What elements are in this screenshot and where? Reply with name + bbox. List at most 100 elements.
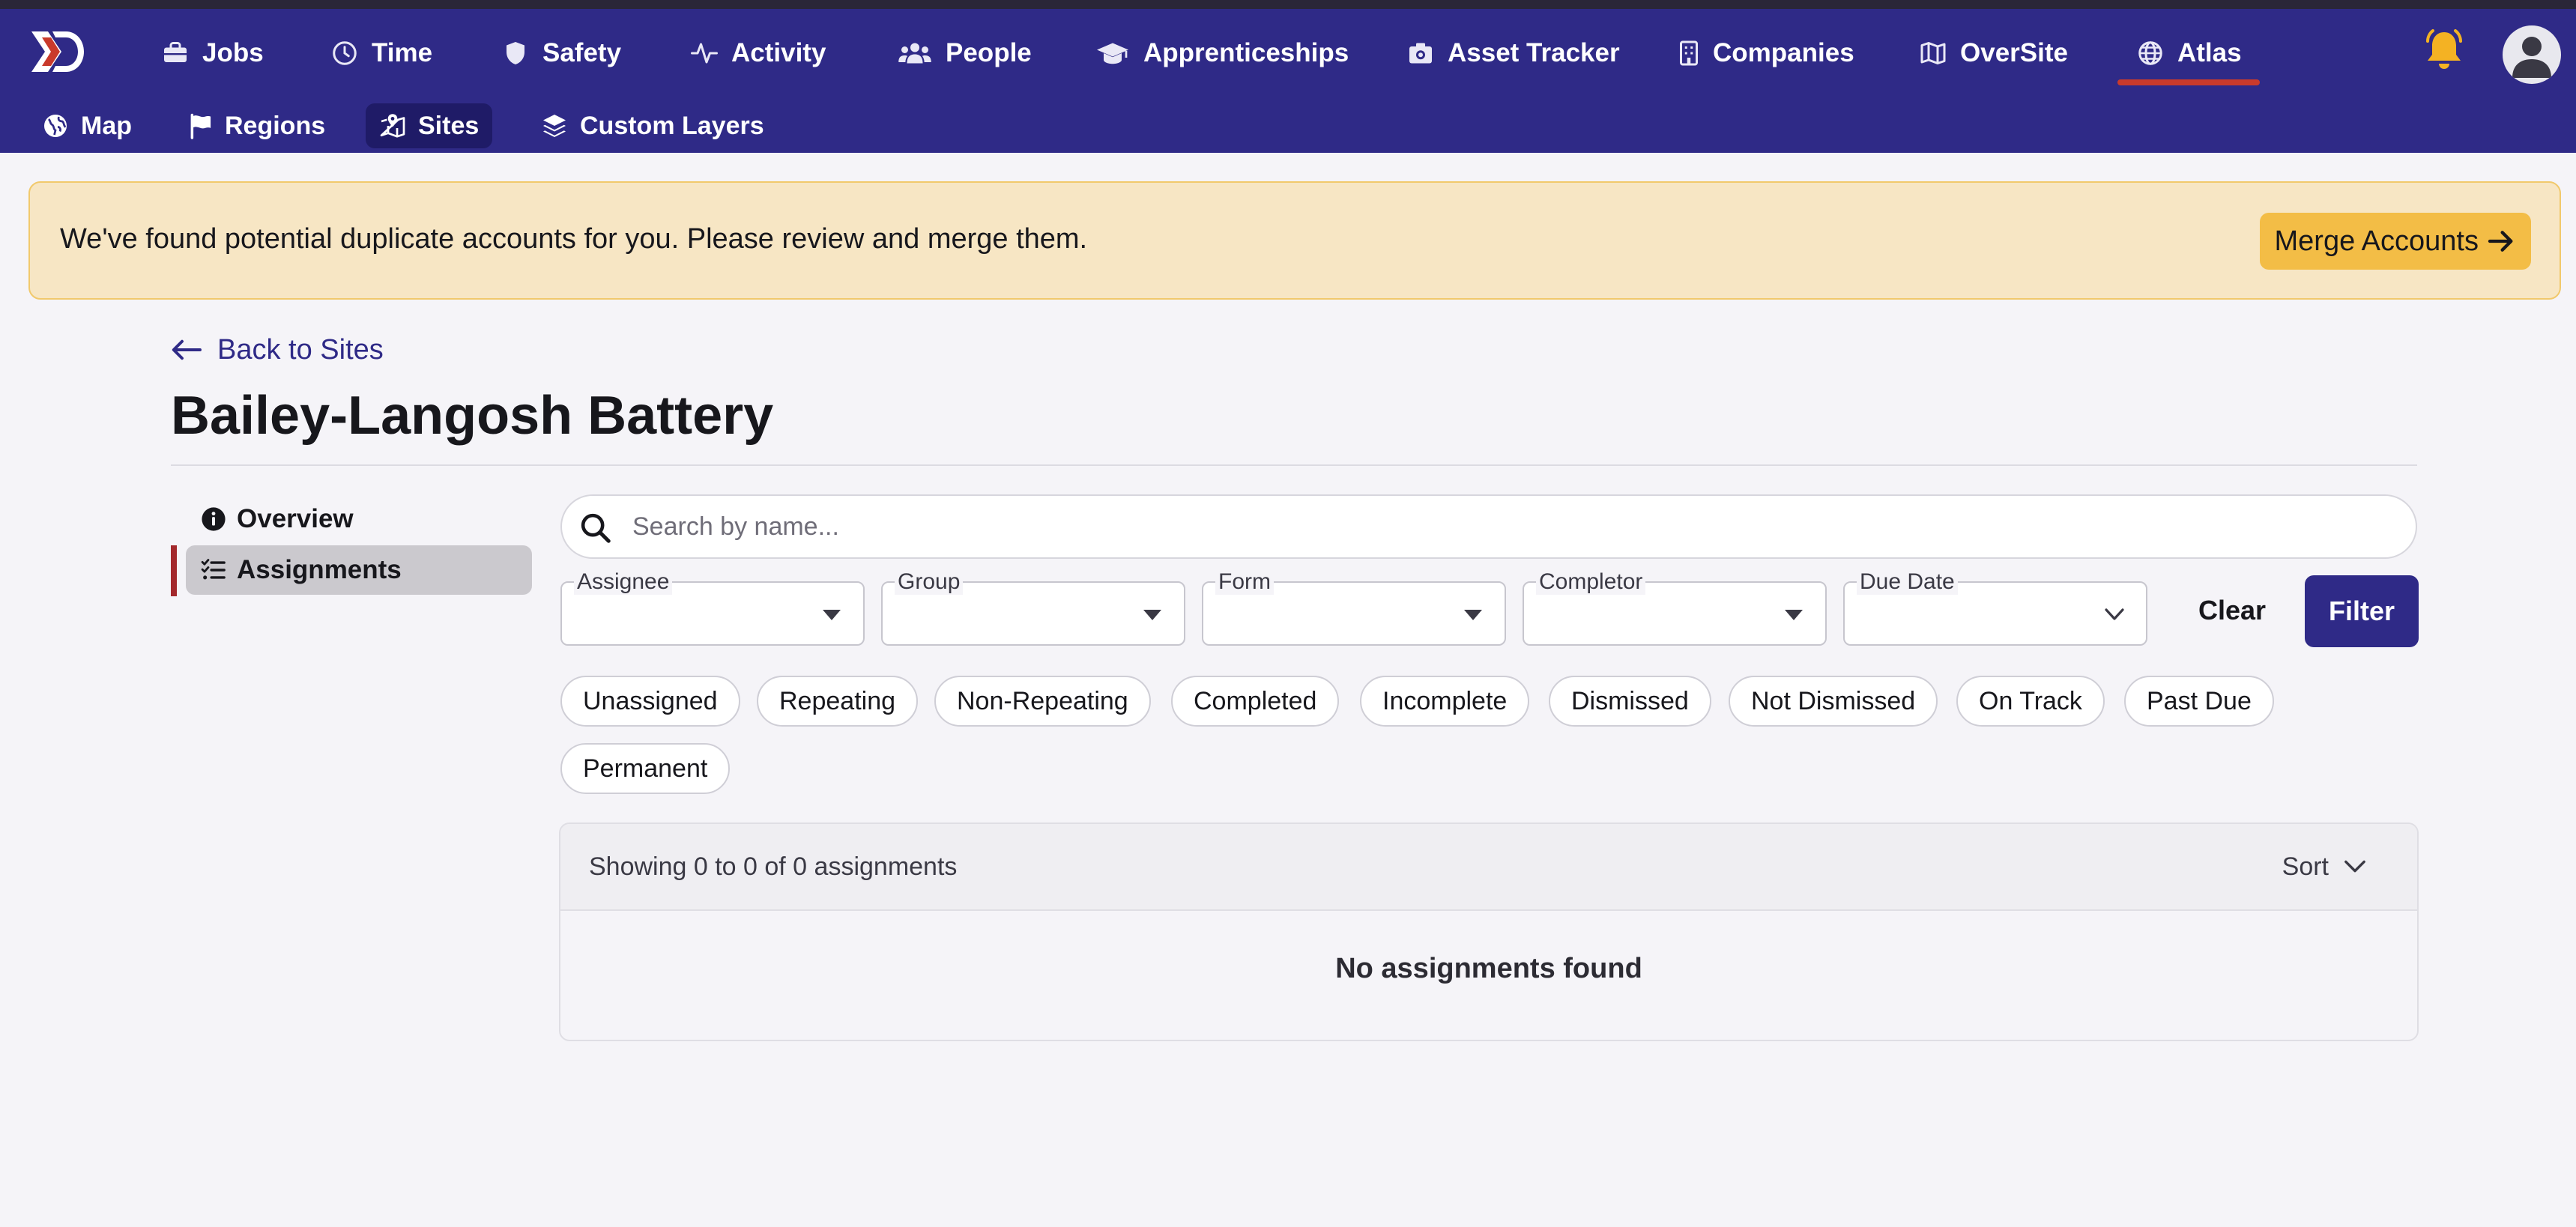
- chip-dismissed[interactable]: Dismissed: [1549, 676, 1711, 727]
- briefcase-icon: [162, 40, 189, 67]
- chip-non-repeating[interactable]: Non-Repeating: [934, 676, 1151, 727]
- globe-icon: [2137, 40, 2164, 67]
- chip-on-track[interactable]: On Track: [1956, 676, 2105, 727]
- user-avatar-icon[interactable]: [2503, 25, 2561, 84]
- chip-permanent[interactable]: Permanent: [560, 743, 731, 794]
- side-menu-label: Overview: [237, 504, 354, 533]
- nav-item-asset-tracker[interactable]: Asset Tracker: [1407, 9, 1620, 97]
- subnav-item-label: Map: [81, 111, 132, 140]
- select-label: Assignee: [574, 569, 673, 595]
- camera-box-icon: [1407, 40, 1434, 67]
- nav-item-people[interactable]: People: [898, 9, 1032, 97]
- select-label: Completor: [1536, 569, 1646, 595]
- chip-repeating[interactable]: Repeating: [757, 676, 919, 727]
- chip-incomplete[interactable]: Incomplete: [1360, 676, 1530, 727]
- chevron-down-icon: [2344, 859, 2366, 874]
- nav-item-label: Time: [372, 38, 433, 67]
- merge-accounts-button[interactable]: Merge Accounts: [2259, 213, 2531, 270]
- merge-accounts-label: Merge Accounts: [2274, 225, 2479, 257]
- select-label: Group: [895, 569, 964, 595]
- page-title: Bailey-Langosh Battery: [171, 386, 774, 446]
- results-header: Showing 0 to 0 of 0 assignments Sort: [560, 824, 2417, 911]
- flag-icon: [189, 112, 213, 139]
- chip-past-due[interactable]: Past Due: [2124, 676, 2274, 727]
- filter-button[interactable]: Filter: [2305, 575, 2419, 647]
- shield-icon: [502, 40, 529, 67]
- top-navigation: Jobs Time Safety Activity People Apprent…: [0, 9, 2576, 97]
- side-menu-overview[interactable]: Overview: [186, 494, 532, 544]
- clock-icon: [331, 40, 358, 67]
- chip-completed[interactable]: Completed: [1171, 676, 1340, 727]
- nav-item-label: Jobs: [202, 38, 264, 67]
- nav-item-safety[interactable]: Safety: [502, 9, 621, 97]
- subnav-item-custom-layers[interactable]: Custom Layers: [527, 103, 778, 148]
- subnav-item-map[interactable]: Map: [28, 103, 145, 148]
- earth-icon: [42, 112, 69, 139]
- header-divider: [171, 464, 2417, 466]
- graduation-cap-icon: [1095, 40, 1130, 67]
- assignee-select[interactable]: Assignee: [560, 569, 865, 646]
- info-circle-icon: [201, 506, 226, 532]
- arrow-right-icon: [2486, 226, 2516, 256]
- building-icon: [1678, 40, 1699, 67]
- nav-item-label: Activity: [731, 38, 826, 67]
- subnav-item-label: Sites: [418, 111, 480, 140]
- nav-item-oversite[interactable]: OverSite: [1920, 9, 2068, 97]
- duplicate-accounts-banner: We've found potential duplicate accounts…: [28, 181, 2561, 300]
- sort-button[interactable]: Sort: [2282, 849, 2366, 884]
- nav-item-time[interactable]: Time: [331, 9, 432, 97]
- results-count: Showing 0 to 0 of 0 assignments: [589, 852, 958, 881]
- group-select[interactable]: Group: [881, 569, 1185, 646]
- nav-item-label: Safety: [542, 38, 622, 67]
- nav-item-companies[interactable]: Companies: [1678, 9, 1854, 97]
- layers-icon: [541, 112, 568, 139]
- nav-item-label: Apprenticeships: [1143, 38, 1349, 67]
- sort-label: Sort: [2282, 852, 2329, 881]
- app-logo[interactable]: [27, 27, 87, 76]
- nav-active-indicator: [2117, 79, 2260, 85]
- nav-item-apprenticeships[interactable]: Apprenticeships: [1095, 9, 1349, 97]
- side-menu-active-marker: [171, 545, 177, 596]
- side-menu-label: Assignments: [237, 555, 402, 584]
- back-link-label: Back to Sites: [217, 333, 384, 366]
- nav-item-jobs[interactable]: Jobs: [162, 9, 264, 97]
- pulse-icon: [691, 40, 718, 67]
- form-select[interactable]: Form: [1202, 569, 1506, 646]
- assignments-results-panel: Showing 0 to 0 of 0 assignments Sort No …: [559, 822, 2419, 1041]
- nav-item-label: OverSite: [1960, 38, 2068, 67]
- completor-select[interactable]: Completor: [1523, 569, 1827, 646]
- empty-state-message: No assignments found: [1335, 953, 1642, 984]
- nav-item-label: Companies: [1713, 38, 1854, 67]
- caret-down-icon: [1142, 605, 1163, 623]
- search-input[interactable]: [632, 503, 2386, 550]
- select-label: Form: [1215, 569, 1274, 595]
- subnav-item-label: Regions: [225, 111, 326, 140]
- users-icon: [898, 40, 932, 67]
- select-label: Due Date: [1857, 569, 1958, 595]
- subnav-item-regions[interactable]: Regions: [175, 103, 339, 148]
- nav-item-label: Atlas: [2177, 38, 2242, 67]
- map-icon: [1920, 40, 1947, 67]
- due-date-select[interactable]: Due Date: [1843, 569, 2147, 646]
- notifications-bell-icon[interactable]: [2423, 27, 2465, 73]
- chip-unassigned[interactable]: Unassigned: [560, 676, 740, 727]
- caret-down-icon: [1783, 605, 1804, 623]
- nav-item-label: People: [946, 38, 1032, 67]
- nav-item-label: Asset Tracker: [1448, 38, 1620, 67]
- side-menu-assignments[interactable]: Assignments: [186, 545, 532, 595]
- search-icon: [578, 511, 613, 545]
- nav-item-activity[interactable]: Activity: [691, 9, 826, 97]
- chevron-down-icon: [2104, 605, 2125, 623]
- chip-not-dismissed[interactable]: Not Dismissed: [1729, 676, 1938, 727]
- subnav-item-label: Custom Layers: [580, 111, 764, 140]
- checklist-icon: [201, 557, 226, 583]
- back-to-sites-link[interactable]: Back to Sites: [171, 331, 384, 369]
- window-top-strip: [0, 0, 2576, 9]
- subnav-item-sites[interactable]: Sites: [366, 103, 493, 148]
- map-location-icon: [379, 112, 406, 139]
- search-bar: [560, 494, 2417, 559]
- caret-down-icon: [1463, 605, 1484, 623]
- banner-message: We've found potential duplicate accounts…: [60, 223, 1088, 255]
- sub-navigation: Map Regions Sites Custom Layers: [0, 97, 2576, 153]
- clear-filters-button[interactable]: Clear: [2177, 581, 2287, 640]
